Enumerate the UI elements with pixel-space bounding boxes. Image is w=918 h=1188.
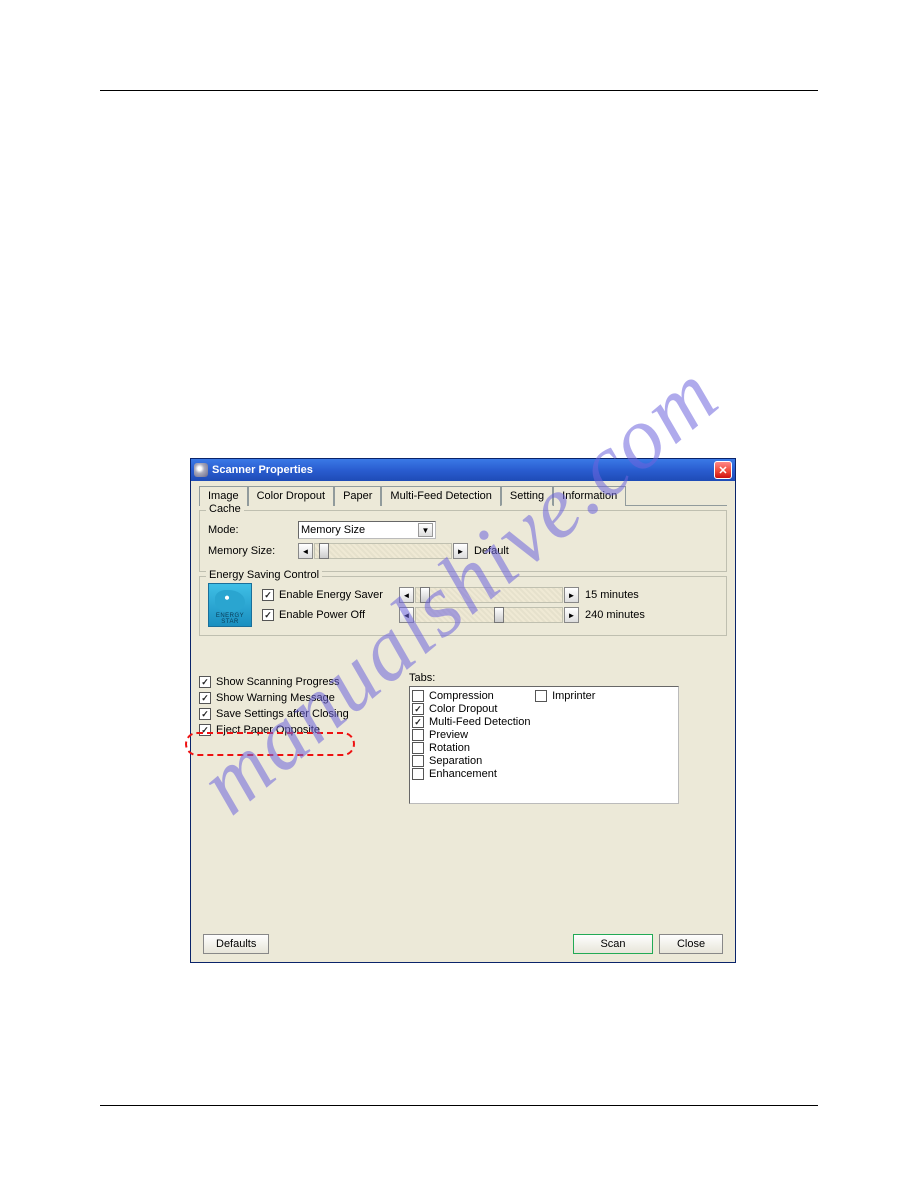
saver-value: 15 minutes bbox=[585, 589, 655, 601]
saver-left-button[interactable]: ◄ bbox=[399, 587, 414, 603]
cache-group: Cache Mode: Memory Size ▼ Memory Size: ◄… bbox=[199, 510, 727, 572]
save-settings-checkbox[interactable] bbox=[199, 708, 211, 720]
saver-slider[interactable] bbox=[415, 587, 563, 603]
color-dropout-checkbox[interactable] bbox=[412, 703, 424, 715]
tab-paper[interactable]: Paper bbox=[334, 486, 381, 506]
mem-default-text: Default bbox=[474, 545, 544, 557]
show-scanning-progress-label: Show Scanning Progress bbox=[216, 676, 340, 688]
tab-option-preview[interactable]: Preview bbox=[412, 729, 532, 741]
tabs-panel: Tabs: Compression Color Dropout Multi-Fe… bbox=[409, 672, 679, 804]
saver-slider-thumb[interactable] bbox=[420, 587, 430, 603]
tabs-list[interactable]: Compression Color Dropout Multi-Feed Det… bbox=[409, 686, 679, 804]
chevron-down-icon[interactable]: ▼ bbox=[418, 523, 433, 537]
preview-checkbox[interactable] bbox=[412, 729, 424, 741]
mem-slider-thumb[interactable] bbox=[319, 543, 329, 559]
show-warning-message-checkbox[interactable] bbox=[199, 692, 211, 704]
tab-setting[interactable]: Setting bbox=[501, 486, 553, 506]
show-scanning-progress-row[interactable]: Show Scanning Progress bbox=[199, 676, 399, 688]
tab-color-dropout[interactable]: Color Dropout bbox=[248, 486, 334, 506]
mem-slider[interactable] bbox=[314, 543, 452, 559]
enable-power-off-checkbox[interactable] bbox=[262, 609, 274, 621]
tab-information[interactable]: Information bbox=[553, 486, 626, 506]
mem-left-button[interactable]: ◄ bbox=[298, 543, 313, 559]
lower-area: Show Scanning Progress Show Warning Mess… bbox=[199, 672, 727, 804]
mode-label: Mode: bbox=[208, 524, 298, 536]
poweroff-right-button[interactable]: ► bbox=[564, 607, 579, 623]
page-rule-bottom bbox=[100, 1105, 818, 1106]
enhancement-checkbox[interactable] bbox=[412, 768, 424, 780]
show-scanning-progress-checkbox[interactable] bbox=[199, 676, 211, 688]
save-settings-label: Save Settings after Closing bbox=[216, 708, 349, 720]
rotation-checkbox[interactable] bbox=[412, 742, 424, 754]
tab-strip: Image Color Dropout Paper Multi-Feed Det… bbox=[199, 485, 727, 506]
window-content: Image Color Dropout Paper Multi-Feed Det… bbox=[191, 481, 735, 962]
imprinter-checkbox[interactable] bbox=[535, 690, 547, 702]
mode-combobox[interactable]: Memory Size ▼ bbox=[298, 521, 436, 539]
eject-paper-opposite-row[interactable]: Eject Paper Opposite bbox=[199, 724, 399, 736]
show-warning-message-row[interactable]: Show Warning Message bbox=[199, 692, 399, 704]
tab-option-multi-feed[interactable]: Multi-Feed Detection bbox=[412, 716, 532, 728]
compression-checkbox[interactable] bbox=[412, 690, 424, 702]
scanner-properties-window: Scanner Properties ✕ Image Color Dropout… bbox=[190, 458, 736, 963]
poweroff-left-button[interactable]: ◄ bbox=[399, 607, 414, 623]
eject-paper-opposite-checkbox[interactable] bbox=[199, 724, 211, 736]
tabs-panel-label: Tabs: bbox=[409, 672, 679, 684]
energy-group: Energy Saving Control ENERGY STAR Enable… bbox=[199, 576, 727, 636]
mode-value: Memory Size bbox=[301, 524, 365, 536]
show-warning-message-label: Show Warning Message bbox=[216, 692, 335, 704]
tab-option-enhancement[interactable]: Enhancement bbox=[412, 768, 532, 780]
poweroff-value: 240 minutes bbox=[585, 609, 655, 621]
close-button[interactable]: Close bbox=[659, 934, 723, 954]
tab-option-separation[interactable]: Separation bbox=[412, 755, 532, 767]
memory-size-label: Memory Size: bbox=[208, 545, 298, 557]
poweroff-slider[interactable] bbox=[415, 607, 563, 623]
energy-group-title: Energy Saving Control bbox=[206, 569, 322, 581]
scanner-icon bbox=[194, 463, 208, 477]
tab-option-compression[interactable]: Compression bbox=[412, 690, 532, 702]
tab-option-imprinter[interactable]: Imprinter bbox=[535, 690, 595, 702]
save-settings-row[interactable]: Save Settings after Closing bbox=[199, 708, 399, 720]
close-icon[interactable]: ✕ bbox=[714, 461, 732, 479]
energy-star-icon: ENERGY STAR bbox=[208, 583, 252, 627]
titlebar[interactable]: Scanner Properties ✕ bbox=[191, 459, 735, 481]
tab-option-color-dropout[interactable]: Color Dropout bbox=[412, 703, 532, 715]
multi-feed-checkbox[interactable] bbox=[412, 716, 424, 728]
mem-right-button[interactable]: ► bbox=[453, 543, 468, 559]
scan-button[interactable]: Scan bbox=[573, 934, 653, 954]
separation-checkbox[interactable] bbox=[412, 755, 424, 767]
enable-power-off-label: Enable Power Off bbox=[279, 609, 399, 621]
page-rule-top bbox=[100, 90, 818, 91]
defaults-button[interactable]: Defaults bbox=[203, 934, 269, 954]
eject-paper-opposite-label: Eject Paper Opposite bbox=[216, 724, 320, 736]
cache-group-title: Cache bbox=[206, 503, 244, 515]
window-title: Scanner Properties bbox=[212, 464, 714, 476]
saver-right-button[interactable]: ► bbox=[564, 587, 579, 603]
enable-energy-saver-checkbox[interactable] bbox=[262, 589, 274, 601]
poweroff-slider-thumb[interactable] bbox=[494, 607, 504, 623]
button-bar: Defaults Scan Close bbox=[199, 934, 727, 954]
enable-energy-saver-label: Enable Energy Saver bbox=[279, 589, 399, 601]
tab-multi-feed[interactable]: Multi-Feed Detection bbox=[381, 486, 501, 506]
tab-option-rotation[interactable]: Rotation bbox=[412, 742, 532, 754]
left-checks: Show Scanning Progress Show Warning Mess… bbox=[199, 672, 399, 740]
